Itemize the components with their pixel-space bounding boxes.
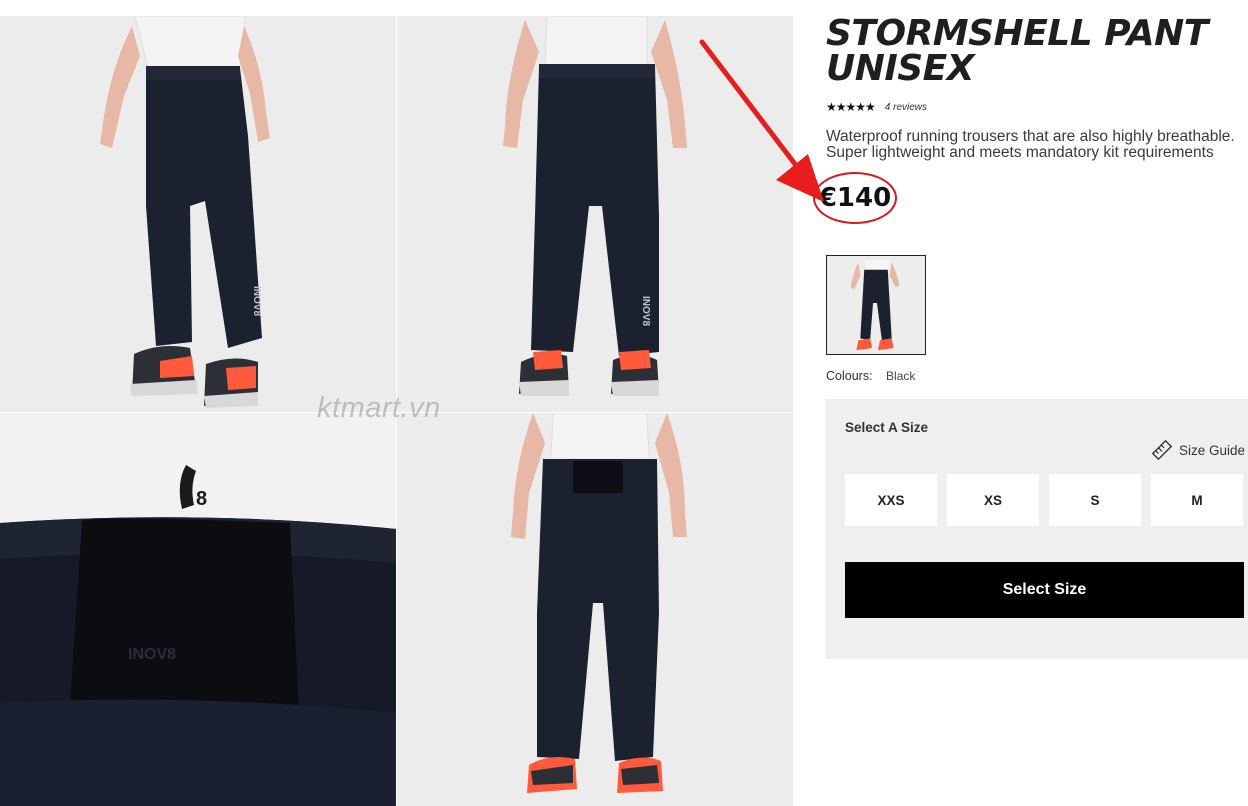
size-option-m[interactable]: M: [1151, 474, 1243, 526]
product-info: STORMSHELL PANT UNISEX ★★★★★ 4 reviews W…: [813, 13, 1248, 659]
svg-text:INOV8: INOV8: [128, 646, 176, 663]
product-title: STORMSHELL PANT UNISEX: [826, 13, 1208, 89]
swatch-thumbnail-image: [827, 256, 925, 354]
size-option-xxs[interactable]: XXS: [845, 474, 937, 526]
trouser-back-photo: [397, 413, 793, 806]
gallery-image-front-angle[interactable]: INOV8: [0, 16, 396, 412]
size-selector-panel: Select A Size Size Guide XXS XS S M Sele…: [825, 399, 1248, 659]
gallery-image-pocket-detail[interactable]: 8 INOV8: [0, 413, 396, 806]
gallery-image-front[interactable]: INOV8: [397, 16, 793, 412]
product-price: €140: [818, 183, 892, 213]
colour-swatch-black[interactable]: [826, 255, 926, 355]
svg-text:8: 8: [196, 488, 207, 510]
select-size-button[interactable]: Select Size: [845, 562, 1244, 618]
product-description: Waterproof running trousers that are als…: [826, 128, 1235, 161]
trouser-front-photo: INOV8: [397, 16, 793, 412]
size-option-xs[interactable]: XS: [947, 474, 1039, 526]
star-rating-icon: ★★★★★: [826, 100, 876, 114]
watermark-text: ktmart.vn: [317, 392, 441, 424]
size-guide-link[interactable]: Size Guide: [1151, 439, 1245, 461]
review-count-link[interactable]: 4 reviews: [885, 102, 927, 113]
size-option-s[interactable]: S: [1049, 474, 1141, 526]
price-highlight: €140: [813, 172, 897, 224]
pocket-detail-photo: 8 INOV8: [0, 413, 396, 806]
ruler-icon: [1151, 439, 1173, 461]
gallery-image-back[interactable]: [397, 413, 793, 806]
size-options: XXS XS S M: [845, 474, 1243, 526]
trouser-front-angle-photo: INOV8: [0, 16, 396, 412]
size-guide-label: Size Guide: [1178, 442, 1245, 458]
colours-label: Colours:: [826, 369, 873, 383]
product-rating[interactable]: ★★★★★ 4 reviews: [826, 100, 927, 114]
svg-text:INOV8: INOV8: [251, 286, 262, 316]
selected-colour: Black: [886, 369, 916, 383]
svg-text:INOV8: INOV8: [640, 296, 651, 326]
select-size-heading: Select A Size: [845, 420, 929, 435]
colours-row: Colours: Black: [826, 369, 915, 383]
